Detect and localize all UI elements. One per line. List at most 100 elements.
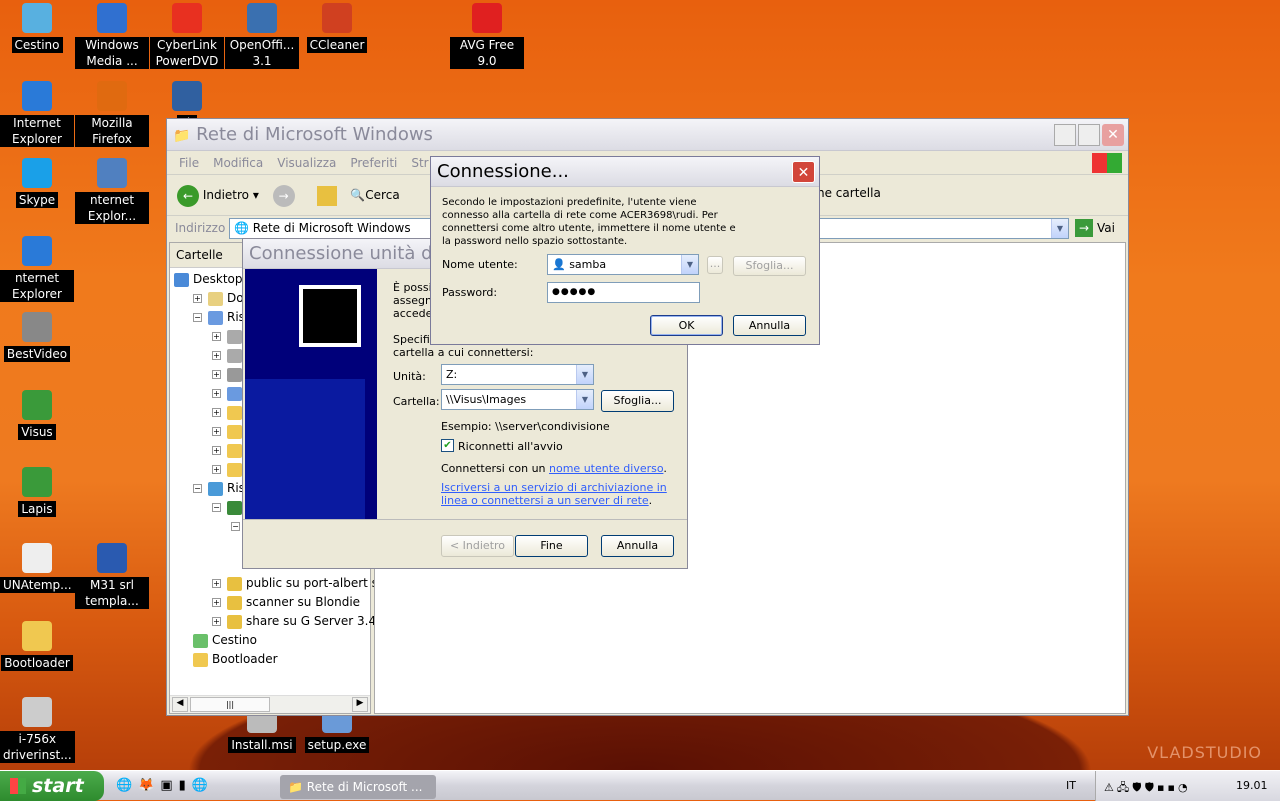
back-button[interactable]: < Indietro bbox=[441, 535, 514, 557]
folder-icon bbox=[227, 386, 242, 401]
go-button[interactable]: Vai bbox=[1097, 221, 1115, 235]
app-icon bbox=[22, 81, 52, 111]
cancel-button[interactable]: Annulla bbox=[601, 535, 674, 557]
desktop-icon-label: BestVideo bbox=[3, 346, 71, 362]
reconnect-label[interactable]: Riconnetti all'avvio bbox=[458, 440, 563, 453]
menu-item[interactable]: Preferiti bbox=[350, 156, 397, 170]
folder-icon bbox=[208, 481, 223, 496]
desktop-icon[interactable]: UNAtemp... bbox=[0, 543, 75, 593]
desktop-icon[interactable]: Internet Explorer bbox=[0, 81, 74, 147]
desktop-icon[interactable]: Skype bbox=[0, 158, 74, 208]
expander-icon[interactable]: + bbox=[212, 579, 221, 588]
desktop-icon[interactable]: M31 srl templa... bbox=[75, 543, 149, 609]
app-icon bbox=[247, 3, 277, 33]
desktop-icon-label: Install.msi bbox=[228, 737, 296, 753]
expander-icon[interactable]: + bbox=[212, 332, 221, 341]
expander-icon[interactable]: + bbox=[212, 598, 221, 607]
menu-item[interactable]: Str bbox=[411, 156, 428, 170]
cancel-button[interactable]: Annulla bbox=[733, 315, 806, 336]
expander-icon[interactable]: + bbox=[212, 446, 221, 455]
browse-button[interactable]: Sfoglia... bbox=[601, 390, 674, 412]
explorer-titlebar[interactable]: 📁 Rete di Microsoft Windows ✕ bbox=[167, 119, 1128, 151]
ellipsis-button[interactable]: ... bbox=[707, 256, 723, 274]
expander-icon[interactable]: + bbox=[212, 389, 221, 398]
expander-icon[interactable]: + bbox=[193, 294, 202, 303]
tree-item-label: public su port-albert ser bbox=[246, 576, 391, 590]
expander-icon[interactable]: + bbox=[212, 427, 221, 436]
start-button[interactable]: start bbox=[0, 771, 104, 801]
expander-icon[interactable]: + bbox=[212, 617, 221, 626]
connect-titlebar[interactable]: Connessione... ✕ bbox=[431, 157, 819, 187]
desktop-icon[interactable]: Mozilla Firefox bbox=[75, 81, 149, 147]
language-indicator[interactable]: IT bbox=[1066, 779, 1076, 792]
browse-button[interactable]: Sfoglia... bbox=[733, 256, 806, 276]
forward-icon[interactable]: → bbox=[272, 184, 295, 207]
desktop-icon[interactable]: Bootloader bbox=[0, 621, 74, 671]
other-user-link[interactable]: nome utente diverso bbox=[549, 462, 663, 475]
desktop-icon[interactable]: BestVideo bbox=[0, 312, 74, 362]
go-arrow-icon[interactable]: → bbox=[1075, 219, 1093, 237]
tree-item[interactable]: Cestino bbox=[178, 631, 257, 650]
tree-item[interactable]: + share su G Server 3.4.5 bbox=[212, 612, 388, 631]
tree-item[interactable]: Desktop bbox=[159, 270, 243, 289]
desktop-icon[interactable]: OpenOffi... 3.1 bbox=[225, 3, 299, 69]
desktop-icon[interactable]: nternet Explorer bbox=[0, 236, 74, 302]
minimize-button[interactable] bbox=[1054, 124, 1076, 146]
back-button[interactable]: Indietro bbox=[203, 188, 249, 202]
desktop-icon[interactable]: CyberLink PowerDVD bbox=[150, 3, 224, 69]
folder-icon bbox=[227, 348, 242, 363]
tree-item[interactable]: + scanner su Blondie bbox=[212, 593, 360, 612]
tree-item[interactable]: + public su port-albert ser bbox=[212, 574, 390, 593]
scrollbar-thumb[interactable]: ||| bbox=[190, 697, 270, 712]
expander-icon[interactable]: + bbox=[212, 408, 221, 417]
expander-icon[interactable]: − bbox=[193, 313, 202, 322]
desktop-icon[interactable]: Visus bbox=[0, 390, 74, 440]
search-button[interactable]: Cerca bbox=[365, 188, 399, 202]
reconnect-checkbox[interactable]: ✔ bbox=[441, 439, 454, 452]
up-folder-icon[interactable] bbox=[316, 185, 337, 206]
signup-link[interactable]: Iscriversi a un servizio di archiviazion… bbox=[441, 481, 667, 507]
tree-item[interactable]: Bootloader bbox=[178, 650, 278, 669]
ie-icon[interactable]: 🌐 bbox=[116, 778, 138, 793]
media-icon[interactable]: ▮ bbox=[179, 778, 192, 793]
horizontal-scrollbar[interactable]: ◀ ||| ▶ bbox=[170, 695, 370, 713]
back-arrow-icon[interactable]: ← bbox=[177, 184, 199, 207]
search-icon[interactable]: 🔍 bbox=[350, 188, 365, 202]
desktop-icon[interactable]: Cestino bbox=[0, 3, 74, 53]
ie2-icon[interactable]: 🌐 bbox=[192, 778, 214, 793]
example-text: Esempio: \\server\condivisione bbox=[441, 420, 610, 433]
folder-combo[interactable]: \\Visus\Images ▼ bbox=[441, 389, 594, 410]
desktop-icon[interactable]: AVG Free 9.0 bbox=[450, 3, 524, 69]
firefox-icon[interactable]: 🦊 bbox=[138, 778, 160, 793]
menu-item[interactable]: File bbox=[179, 156, 199, 170]
menu-item[interactable]: Modifica bbox=[213, 156, 263, 170]
expander-icon[interactable]: + bbox=[212, 351, 221, 360]
folder-icon bbox=[227, 367, 242, 382]
expander-icon[interactable]: − bbox=[212, 503, 221, 512]
desktop-icon[interactable]: Windows Media ... bbox=[75, 3, 149, 69]
tray-icons[interactable]: ⚠🖧🛡🛡▪▪◔ bbox=[1104, 779, 1191, 798]
password-input[interactable]: ●●●●● bbox=[547, 282, 700, 303]
ok-button[interactable]: OK bbox=[650, 315, 723, 336]
desktop-icon[interactable]: CCleaner bbox=[300, 3, 374, 53]
finish-button[interactable]: Fine bbox=[515, 535, 588, 557]
maximize-button[interactable] bbox=[1078, 124, 1100, 146]
close-button[interactable]: ✕ bbox=[1102, 124, 1124, 146]
expander-icon[interactable]: + bbox=[212, 370, 221, 379]
desktop-icon-label: i-756x driverinst... bbox=[0, 731, 75, 763]
close-button[interactable]: ✕ bbox=[792, 161, 815, 183]
menu-item[interactable]: Visualizza bbox=[277, 156, 336, 170]
folder-icon bbox=[193, 633, 208, 648]
desktop-icon[interactable]: nternet Explor... bbox=[75, 158, 149, 224]
expander-icon[interactable]: − bbox=[193, 484, 202, 493]
watermark: VLADSTUDIO bbox=[1147, 743, 1262, 762]
username-combo[interactable]: 👤 samba ▼ bbox=[547, 254, 699, 275]
show-desktop-icon[interactable]: ▣ bbox=[160, 778, 178, 793]
desktop-icon[interactable]: i-756x driverinst... bbox=[0, 697, 75, 763]
desktop-icon[interactable]: Lapis bbox=[0, 467, 74, 517]
taskbar-task-explorer[interactable]: 📁 Rete di Microsoft ... bbox=[280, 775, 436, 799]
expander-icon[interactable]: − bbox=[231, 522, 240, 531]
folders-button[interactable]: ne cartella bbox=[817, 186, 881, 200]
expander-icon[interactable]: + bbox=[212, 465, 221, 474]
drive-select[interactable]: Z: ▼ bbox=[441, 364, 594, 385]
